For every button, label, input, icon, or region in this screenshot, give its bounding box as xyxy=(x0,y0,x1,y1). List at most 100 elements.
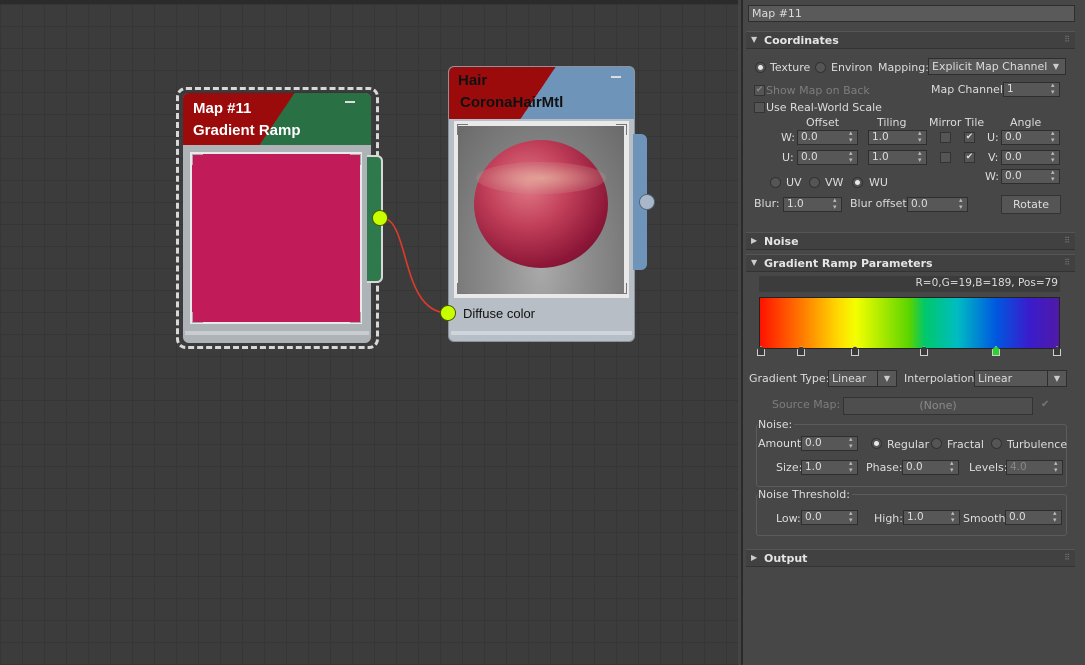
wu-radio[interactable] xyxy=(852,177,863,188)
offset-w-spinner[interactable]: 0.0 xyxy=(797,130,858,145)
preview-corner-icon xyxy=(457,283,468,294)
map-channel-spinner[interactable]: 1 xyxy=(1003,82,1060,97)
diffuse-input-socket-icon[interactable] xyxy=(440,305,456,321)
angle-w-spinner[interactable]: 0.0 xyxy=(1001,169,1060,184)
turbulence-label: Turbulence xyxy=(1007,438,1068,451)
interpolation-label: Interpolation: xyxy=(904,372,979,385)
source-map-button[interactable]: (None) xyxy=(843,397,1033,415)
offset-u-spinner[interactable]: 0.0 xyxy=(797,150,858,165)
mapping-label: Mapping: xyxy=(878,61,929,74)
mirror-u-checkbox[interactable] xyxy=(940,152,951,163)
gradient-type-value: Linear xyxy=(832,372,867,385)
real-world-scale-checkbox[interactable] xyxy=(754,102,765,113)
gradient-node-type: Gradient Ramp xyxy=(193,122,301,139)
amount-spinner[interactable]: 0.0 xyxy=(801,436,858,451)
show-map-on-back-checkbox[interactable]: ✔ xyxy=(754,85,765,96)
map-channel-label: Map Channel: xyxy=(931,83,1007,96)
gradient-ramp-bar[interactable] xyxy=(759,297,1060,349)
tiling-u-spinner[interactable]: 1.0 xyxy=(868,150,927,165)
fractal-radio[interactable] xyxy=(931,438,942,449)
gradient-type-label: Gradient Type: xyxy=(749,372,830,385)
noise-title: Noise xyxy=(764,235,799,248)
preview-corner-icon xyxy=(192,154,203,165)
blur-offset-label: Blur offset: xyxy=(850,197,911,210)
preview-corner-icon xyxy=(616,283,627,294)
hair-sphere-preview xyxy=(474,140,608,268)
map-name-field[interactable]: Map #11 xyxy=(748,5,1075,22)
noise-group-label: Noise: xyxy=(758,418,795,431)
preview-corner-icon xyxy=(616,124,627,135)
regular-label: Regular xyxy=(887,438,930,451)
size-spinner[interactable]: 1.0 xyxy=(801,460,858,475)
tile-u-checkbox[interactable]: ✔ xyxy=(964,152,975,163)
real-world-scale-label: Use Real-World Scale xyxy=(766,101,882,114)
gradient-type-dropdown[interactable]: Linear ▼ xyxy=(828,370,897,387)
output-rollout-header[interactable]: ▶ Output ⠿ xyxy=(746,549,1075,567)
environ-radio[interactable] xyxy=(815,62,826,73)
blur-spinner[interactable]: 1.0 xyxy=(783,197,842,212)
hair-output-socket-icon[interactable] xyxy=(639,194,655,210)
chevron-down-icon: ▼ xyxy=(1052,62,1060,71)
hair-sphere-highlight xyxy=(476,162,606,194)
phase-spinner[interactable]: 0.0 xyxy=(902,460,959,475)
output-title: Output xyxy=(764,552,808,565)
preview-corner-icon xyxy=(457,124,468,135)
preview-corner-icon xyxy=(350,154,361,165)
environ-label: Environ xyxy=(831,61,873,74)
turbulence-radio[interactable] xyxy=(991,438,1002,449)
gradient-node-footer xyxy=(185,331,369,335)
chevron-down-icon: ▼ xyxy=(1047,371,1066,386)
vw-radio[interactable] xyxy=(809,177,820,188)
noise-group xyxy=(756,424,1067,487)
gradient-node-preview[interactable] xyxy=(190,152,362,324)
gradient-status-bar: R=0,G=19,B=189, Pos=79 xyxy=(759,276,1060,292)
smooth-label: Smooth: xyxy=(963,512,1010,525)
smooth-spinner[interactable]: 0.0 xyxy=(1005,510,1062,525)
chevron-down-icon: ▼ xyxy=(877,371,896,386)
angle-u-spinner[interactable]: 0.0 xyxy=(1001,130,1060,145)
minimize-icon[interactable] xyxy=(345,101,355,103)
parameter-panel: Map #11 ▼ Coordinates ⠿ Texture Environ … xyxy=(741,0,1085,665)
mirror-tile-column-header: Mirror Tile xyxy=(929,116,985,129)
mirror-w-checkbox[interactable] xyxy=(940,132,951,143)
levels-spinner[interactable]: 4.0 xyxy=(1006,460,1063,475)
expand-triangle-icon: ▼ xyxy=(751,35,758,44)
coordinates-rollout-header[interactable]: ▼ Coordinates ⠿ xyxy=(746,31,1075,49)
angle-v-spinner[interactable]: 0.0 xyxy=(1001,150,1060,165)
coordinates-title: Coordinates xyxy=(764,34,839,47)
angle-column-header: Angle xyxy=(1010,116,1042,129)
uv-label: UV xyxy=(786,176,802,189)
collapsed-triangle-icon: ▶ xyxy=(751,553,758,562)
gradient-ramp-title: Gradient Ramp Parameters xyxy=(764,257,933,270)
offset-column-header: Offset xyxy=(806,116,840,129)
expand-triangle-icon: ▼ xyxy=(751,258,758,267)
tile-w-checkbox[interactable]: ✔ xyxy=(964,132,975,143)
blur-offset-spinner[interactable]: 0.0 xyxy=(907,197,968,212)
tiling-w-spinner[interactable]: 1.0 xyxy=(868,130,927,145)
low-spinner[interactable]: 0.0 xyxy=(801,510,858,525)
amount-label: Amount: xyxy=(758,437,805,450)
preview-corner-icon xyxy=(192,312,203,323)
noise-rollout-header[interactable]: ▶ Noise ⠿ xyxy=(746,232,1075,250)
offset-w-label: W: xyxy=(781,131,795,144)
rollout-grip-icon: ⠿ xyxy=(1064,35,1070,44)
source-map-check-icon[interactable]: ✔ xyxy=(1041,399,1049,410)
regular-radio[interactable] xyxy=(871,438,882,449)
levels-label: Levels: xyxy=(969,461,1008,474)
high-spinner[interactable]: 1.0 xyxy=(903,510,960,525)
angle-v-label: V: xyxy=(988,151,999,164)
interpolation-dropdown[interactable]: Linear ▼ xyxy=(974,370,1067,387)
uv-radio[interactable] xyxy=(770,177,781,188)
rotate-button[interactable]: Rotate xyxy=(1001,195,1061,214)
diffuse-color-slot-label: Diffuse color xyxy=(463,306,536,321)
gradient-ramp-rollout-header[interactable]: ▼ Gradient Ramp Parameters ⠿ xyxy=(746,254,1075,272)
texture-radio[interactable] xyxy=(755,62,766,73)
minimize-icon[interactable] xyxy=(611,76,621,78)
mapping-dropdown[interactable]: Explicit Map Channel ▼ xyxy=(928,58,1066,75)
blur-label: Blur: xyxy=(754,197,780,210)
gradient-status-text: R=0,G=19,B=189, Pos=79 xyxy=(915,277,1058,289)
hair-node-type: CoronaHairMtl xyxy=(460,94,564,111)
output-socket-icon[interactable] xyxy=(372,210,388,226)
texture-label: Texture xyxy=(770,61,811,74)
rollout-grip-icon: ⠿ xyxy=(1064,258,1070,267)
